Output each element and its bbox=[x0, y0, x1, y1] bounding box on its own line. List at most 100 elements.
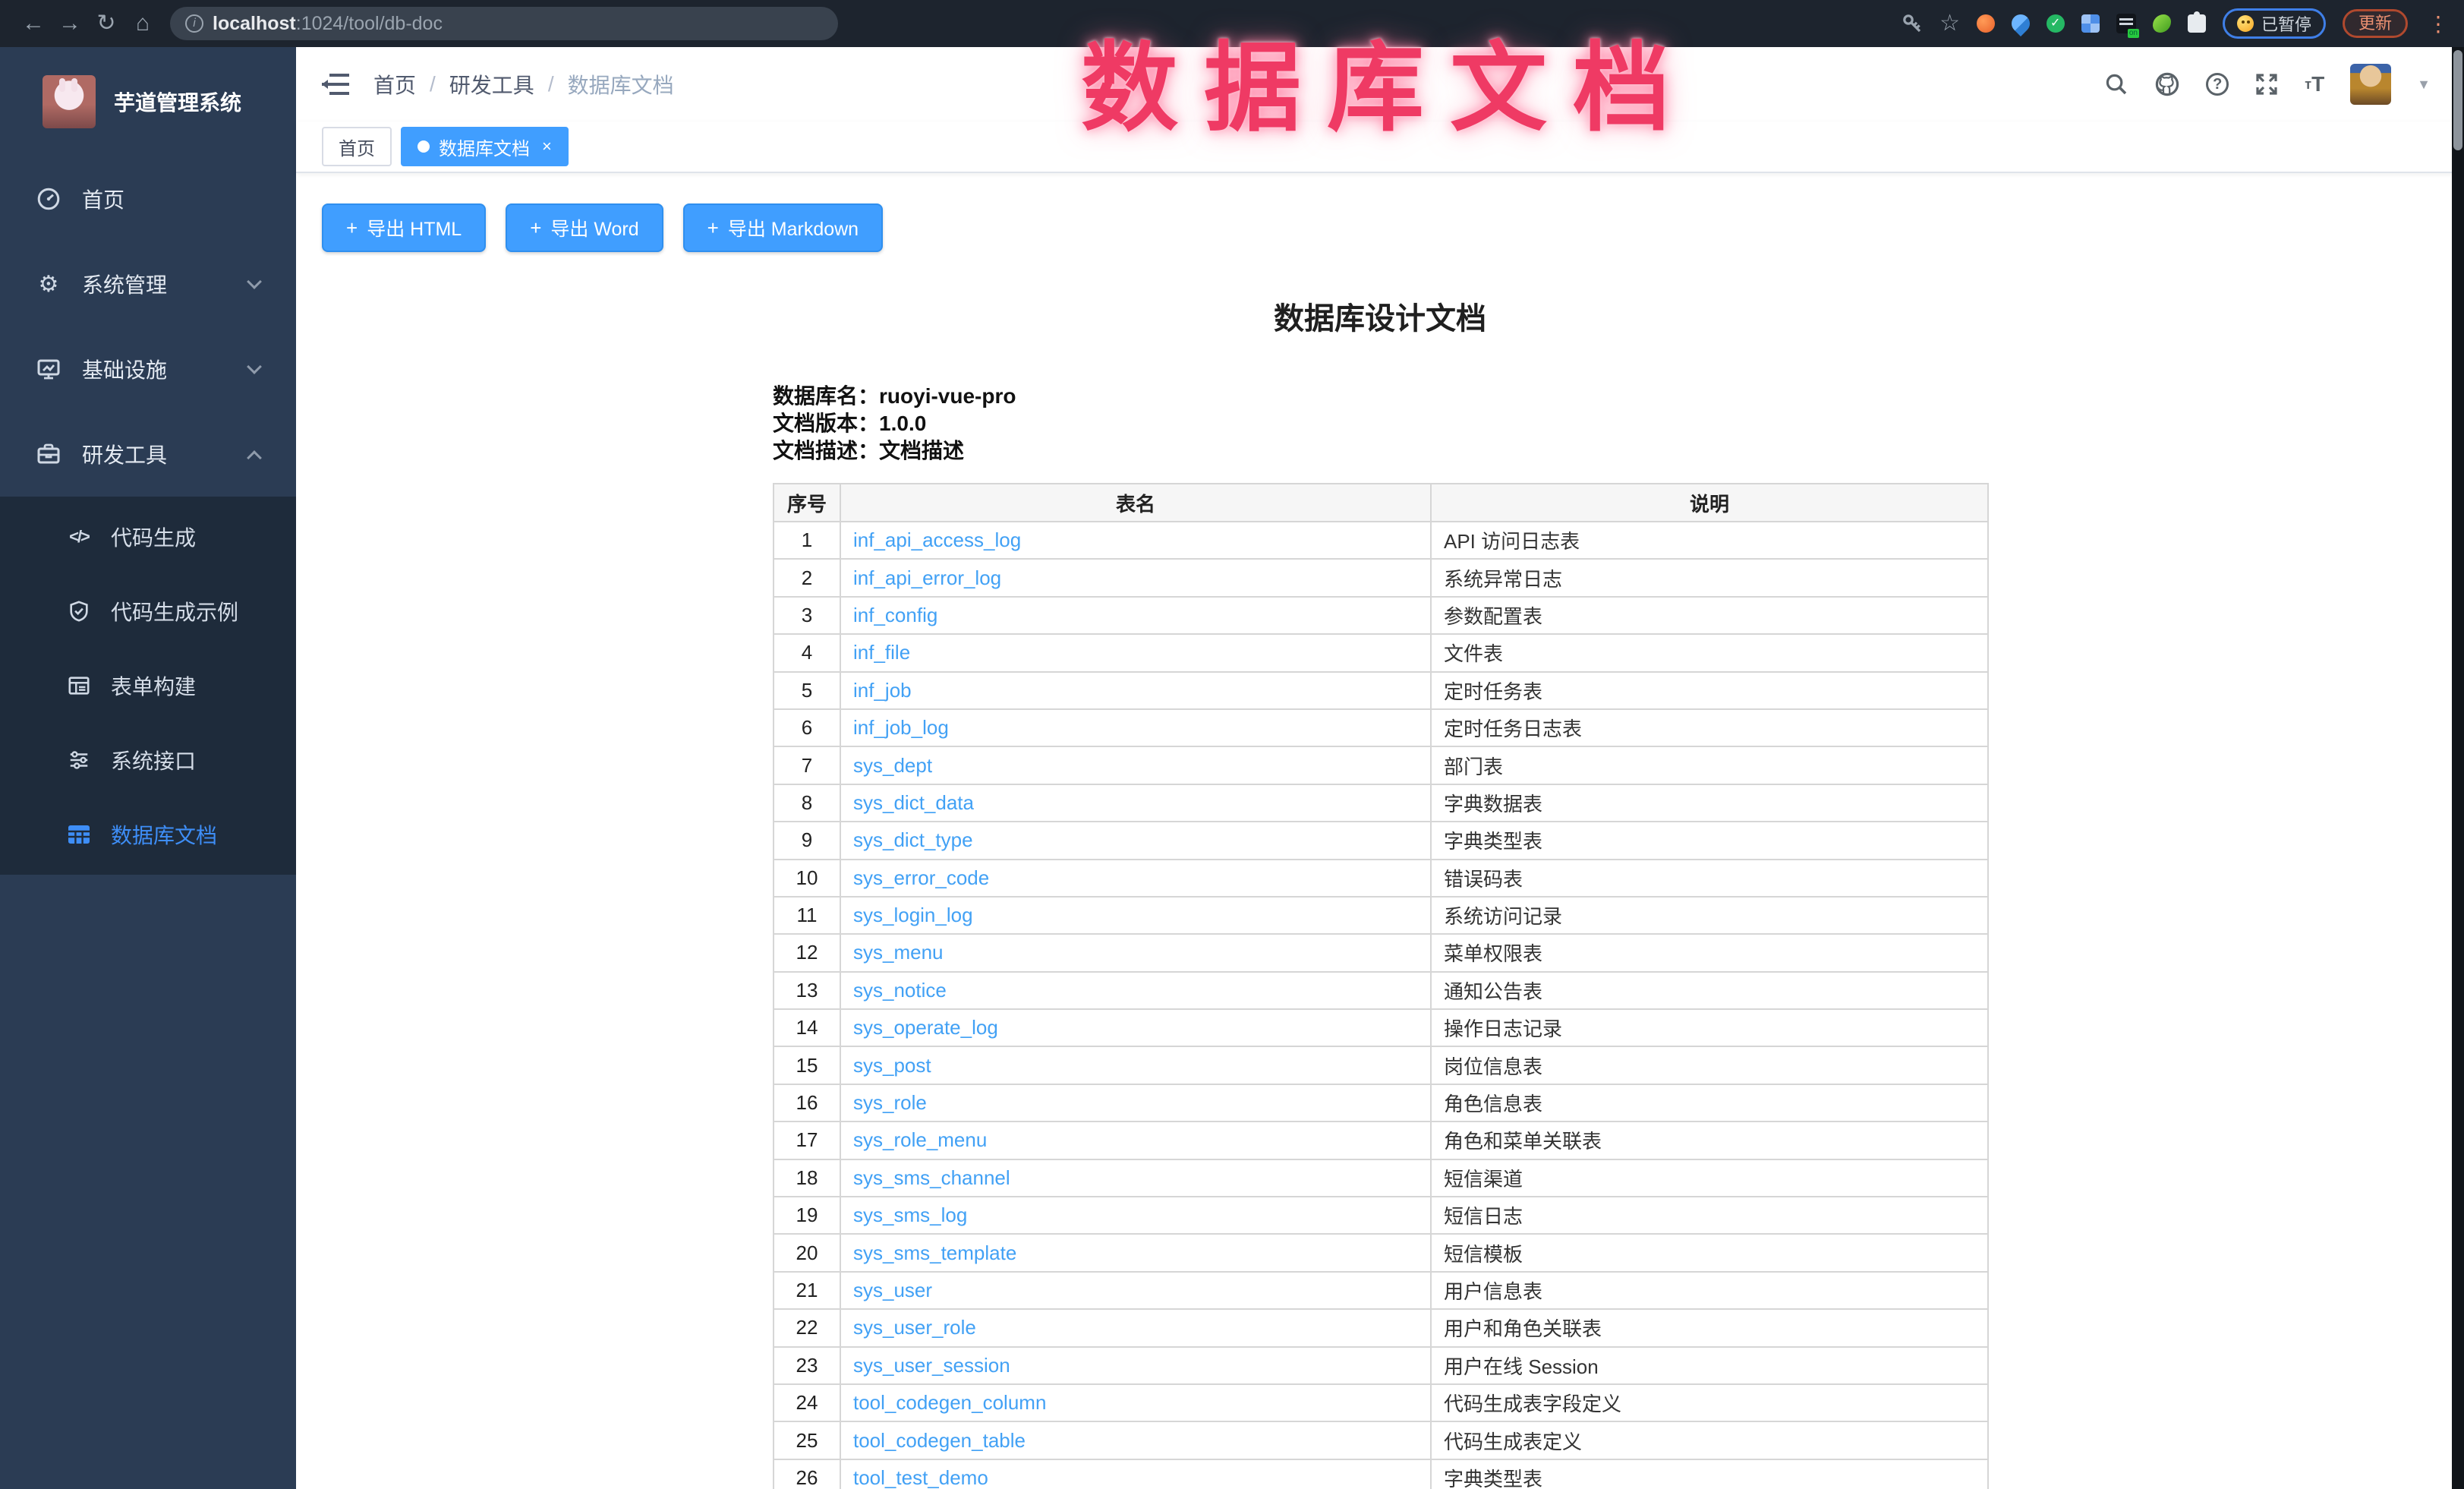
profile-paused-pill[interactable]: 已暂停 bbox=[2223, 8, 2326, 39]
sidebar-item-devtools[interactable]: 研发工具 bbox=[0, 412, 296, 497]
table-name-link[interactable]: sys_sms_template bbox=[853, 1241, 1016, 1264]
user-avatar[interactable] bbox=[2350, 64, 2391, 105]
extension-icon-orange[interactable] bbox=[1977, 14, 1995, 33]
scrollbar-thumb[interactable] bbox=[2453, 50, 2462, 150]
plus-icon: + bbox=[530, 216, 541, 240]
table-name-link[interactable]: sys_error_code bbox=[853, 866, 989, 889]
export-html-button[interactable]: + 导出 HTML bbox=[322, 203, 486, 252]
help-icon[interactable]: ? bbox=[2206, 73, 2229, 96]
extensions-puzzle-icon[interactable] bbox=[2188, 14, 2206, 33]
col-header-no: 序号 bbox=[774, 484, 840, 522]
table-name-link[interactable]: sys_dict_type bbox=[853, 828, 973, 851]
table-row: 5 inf_job 定时任务表 bbox=[774, 672, 1988, 709]
table-name-link[interactable]: sys_user_session bbox=[853, 1354, 1010, 1377]
table-name-link[interactable]: inf_config bbox=[853, 604, 937, 626]
doc-version-value: 1.0.0 bbox=[879, 412, 926, 435]
row-number: 20 bbox=[774, 1234, 840, 1271]
sidebar-item-codegen-example[interactable]: 代码生成示例 bbox=[0, 574, 296, 648]
table-name-link[interactable]: inf_api_access_log bbox=[853, 528, 1021, 551]
menu-fold-icon[interactable] bbox=[322, 74, 349, 95]
sidebar-item-db-doc[interactable]: 数据库文档 bbox=[0, 797, 296, 872]
sidebar-item-home[interactable]: 首页 bbox=[0, 156, 296, 241]
font-size-icon[interactable]: тT bbox=[2305, 72, 2324, 96]
table-description: 角色和菜单关联表 bbox=[1431, 1121, 1988, 1159]
search-icon[interactable] bbox=[2104, 72, 2128, 96]
breadcrumb-home[interactable]: 首页 bbox=[373, 69, 416, 99]
table-name-link[interactable]: sys_role_menu bbox=[853, 1128, 987, 1151]
breadcrumb-devtools[interactable]: 研发工具 bbox=[449, 69, 534, 99]
table-name-link[interactable]: inf_api_error_log bbox=[853, 566, 1001, 589]
app-logo-row[interactable]: 芋道管理系统 bbox=[0, 47, 296, 156]
extension-icon-switch-on[interactable] bbox=[2116, 14, 2136, 33]
sidebar-item-form-builder[interactable]: 表单构建 bbox=[0, 648, 296, 723]
github-icon[interactable] bbox=[2154, 71, 2180, 97]
table-name-link[interactable]: tool_codegen_column bbox=[853, 1391, 1046, 1414]
password-key-icon[interactable] bbox=[1902, 13, 1923, 34]
table-name-link[interactable]: sys_login_log bbox=[853, 904, 973, 926]
table-name-link[interactable]: sys_sms_log bbox=[853, 1204, 967, 1226]
table-name-link[interactable]: sys_user bbox=[853, 1279, 932, 1301]
site-info-icon[interactable]: i bbox=[185, 14, 203, 33]
font-size-big-glyph: T bbox=[2311, 72, 2324, 96]
row-number: 17 bbox=[774, 1121, 840, 1159]
address-bar[interactable]: i localhost:1024/tool/db-doc bbox=[170, 7, 838, 40]
back-icon[interactable]: ← bbox=[15, 0, 52, 47]
tab-home[interactable]: 首页 bbox=[322, 127, 392, 166]
browser-menu-kebab-icon[interactable]: ⋮ bbox=[2425, 11, 2452, 36]
table-row: 18 sys_sms_channel 短信渠道 bbox=[774, 1159, 1988, 1197]
row-number: 25 bbox=[774, 1421, 840, 1459]
page-content: + 导出 HTML + 导出 Word + 导出 Markdown 数据库设计文… bbox=[296, 173, 2464, 1489]
row-number: 9 bbox=[774, 822, 840, 859]
table-row: 24 tool_codegen_column 代码生成表字段定义 bbox=[774, 1384, 1988, 1421]
table-name-link[interactable]: sys_notice bbox=[853, 979, 947, 1002]
table-name-link[interactable]: sys_role bbox=[853, 1091, 927, 1114]
table-row: 13 sys_notice 通知公告表 bbox=[774, 972, 1988, 1009]
sidebar-item-system-api[interactable]: 系统接口 bbox=[0, 723, 296, 797]
table-name-link[interactable]: inf_file bbox=[853, 641, 910, 664]
extension-icon-check[interactable] bbox=[2047, 14, 2065, 33]
doc-desc-label: 文档描述： bbox=[773, 439, 879, 462]
table-name-link[interactable]: sys_dept bbox=[853, 754, 932, 777]
update-button[interactable]: 更新 bbox=[2343, 9, 2408, 38]
extension-icon-leaf[interactable] bbox=[2153, 14, 2171, 33]
table-name-link[interactable]: sys_operate_log bbox=[853, 1016, 998, 1039]
sidebar-item-label: 系统管理 bbox=[82, 269, 167, 299]
table-row: 20 sys_sms_template 短信模板 bbox=[774, 1234, 1988, 1271]
forward-icon[interactable]: → bbox=[52, 0, 88, 47]
table-description: 参数配置表 bbox=[1431, 597, 1988, 634]
table-name-link[interactable]: sys_sms_channel bbox=[853, 1166, 1010, 1189]
table-name-link[interactable]: inf_job_log bbox=[853, 716, 949, 739]
font-size-small-glyph: т bbox=[2305, 77, 2311, 93]
form-icon bbox=[67, 674, 91, 698]
table-name-link[interactable]: sys_user_role bbox=[853, 1316, 976, 1339]
export-word-button[interactable]: + 导出 Word bbox=[506, 203, 663, 252]
paused-label: 已暂停 bbox=[2261, 11, 2311, 36]
table-description: 代码生成表字段定义 bbox=[1431, 1384, 1988, 1421]
table-name-link[interactable]: inf_job bbox=[853, 679, 912, 702]
avatar-caret-icon[interactable]: ▼ bbox=[2417, 77, 2431, 93]
row-number: 13 bbox=[774, 972, 840, 1009]
table-name-link[interactable]: tool_test_demo bbox=[853, 1466, 988, 1489]
home-icon[interactable]: ⌂ bbox=[124, 0, 161, 47]
table-description: 系统访问记录 bbox=[1431, 897, 1988, 934]
reload-icon[interactable]: ↻ bbox=[88, 0, 124, 47]
fullscreen-icon[interactable] bbox=[2254, 72, 2279, 96]
table-name-link[interactable]: sys_post bbox=[853, 1054, 931, 1077]
table-description: 字典类型表 bbox=[1431, 1459, 1988, 1489]
close-tab-icon[interactable]: × bbox=[542, 138, 552, 155]
table-name-link[interactable]: sys_menu bbox=[853, 941, 944, 964]
extension-icon-grid[interactable] bbox=[2081, 14, 2100, 33]
table-row: 11 sys_login_log 系统访问记录 bbox=[774, 897, 1988, 934]
table-row: 25 tool_codegen_table 代码生成表定义 bbox=[774, 1421, 1988, 1459]
page-scrollbar[interactable] bbox=[2452, 47, 2464, 1489]
sidebar-item-system[interactable]: ⚙ 系统管理 bbox=[0, 241, 296, 327]
sidebar-item-infrastructure[interactable]: 基础设施 bbox=[0, 327, 296, 412]
bookmark-star-icon[interactable]: ☆ bbox=[1939, 0, 1960, 47]
document-title: 数据库设计文档 bbox=[773, 298, 1987, 340]
export-markdown-button[interactable]: + 导出 Markdown bbox=[683, 203, 883, 252]
sidebar-item-codegen[interactable]: </> 代码生成 bbox=[0, 500, 296, 574]
table-name-link[interactable]: tool_codegen_table bbox=[853, 1429, 1026, 1452]
table-name-link[interactable]: sys_dict_data bbox=[853, 791, 974, 814]
tab-db-doc[interactable]: 数据库文档 × bbox=[401, 127, 569, 166]
extension-icon-pin[interactable] bbox=[2008, 11, 2034, 36]
